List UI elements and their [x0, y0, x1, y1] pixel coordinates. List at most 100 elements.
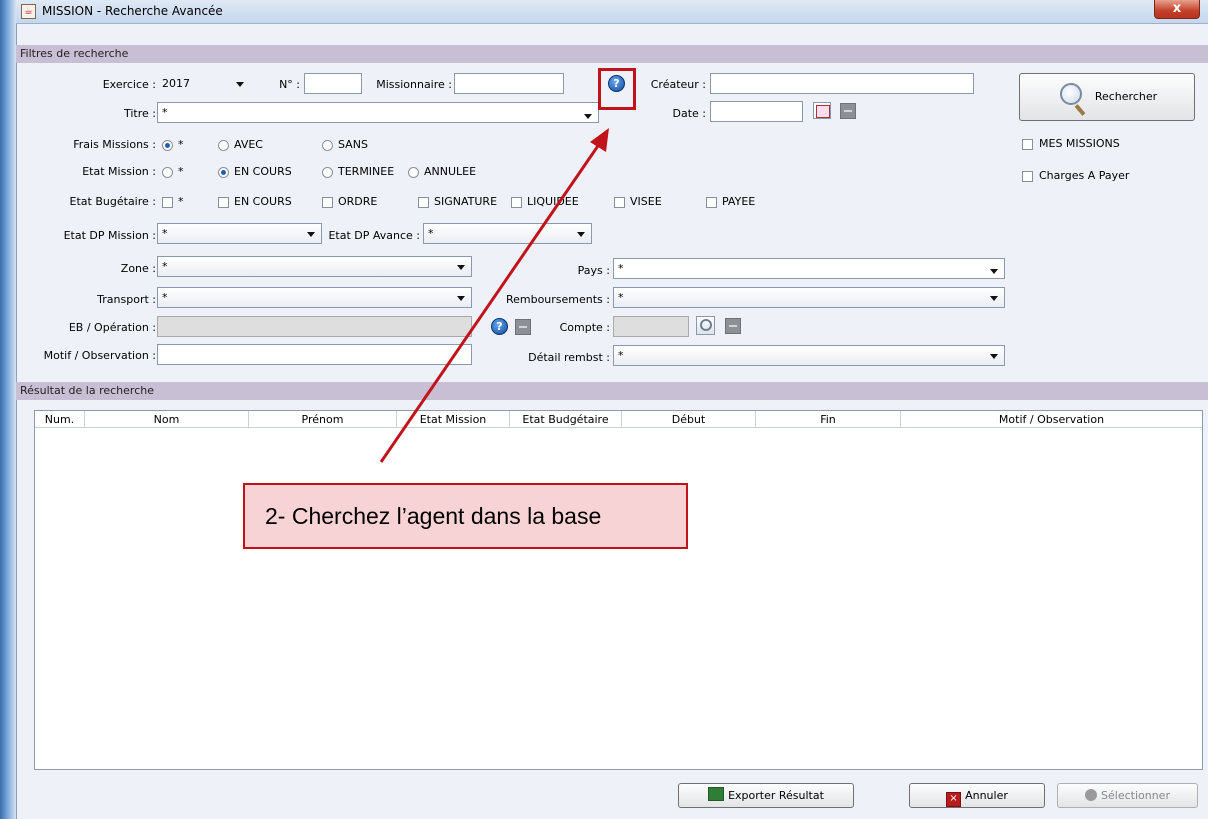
zone-select[interactable]: * [157, 256, 472, 277]
missionnaire-input[interactable] [454, 73, 564, 94]
pays-select[interactable]: * [613, 258, 1005, 279]
search-button[interactable]: Rechercher [1019, 73, 1195, 121]
export-button[interactable]: Exporter Résultat [678, 783, 854, 808]
charges-a-payer-label: Charges A Payer [1039, 169, 1130, 182]
etat-dp-avance-select[interactable]: * [423, 223, 592, 244]
frais-sans-radio[interactable] [322, 140, 333, 151]
motif-input[interactable] [157, 344, 472, 365]
detail-rembst-select[interactable]: * [613, 345, 1005, 366]
column-header[interactable]: Début [622, 411, 756, 428]
annotation-callout: 2- Cherchez l’agent dans la base [243, 483, 688, 549]
transport-label: Transport : [97, 293, 156, 306]
cancel-button[interactable]: × Annuler [909, 783, 1045, 808]
transport-select[interactable]: * [157, 287, 472, 308]
mes-missions-label: MES MISSIONS [1039, 137, 1120, 150]
budget-all-label: * [178, 195, 184, 208]
column-header[interactable]: Etat Mission [397, 411, 510, 428]
close-button[interactable]: x [1154, 0, 1200, 19]
titre-value: * [162, 106, 168, 119]
missionnaire-label: Missionnaire : [376, 78, 452, 91]
mes-missions-checkbox[interactable] [1022, 139, 1033, 150]
calendar-icon[interactable] [813, 102, 831, 119]
frais-avec-label: AVEC [234, 138, 263, 151]
etat-mission-annulee-label: ANNULEE [424, 165, 477, 178]
magnifier-handle [1074, 104, 1086, 116]
frais-sans-label: SANS [338, 138, 368, 151]
remboursements-label: Remboursements : [505, 293, 610, 306]
budget-payee-checkbox[interactable] [706, 197, 717, 208]
pays-value: * [618, 262, 624, 275]
charges-a-payer-checkbox[interactable] [1022, 171, 1033, 182]
cancel-button-label: Annuler [965, 789, 1008, 802]
frais-all-radio[interactable] [162, 140, 173, 151]
frais-missions-label: Frais Missions : [73, 138, 156, 151]
compte-label: Compte : [559, 321, 610, 334]
select-button-label: Sélectionner [1101, 789, 1170, 802]
etat-mission-all-radio[interactable] [162, 167, 173, 178]
budget-en-cours-label: EN COURS [234, 195, 292, 208]
export-button-label: Exporter Résultat [728, 789, 824, 802]
etat-mission-label: Etat Mission : [82, 165, 156, 178]
zone-label: Zone : [120, 262, 156, 275]
results-table[interactable]: Num. Nom Prénom Etat Mission Etat Budgét… [34, 410, 1203, 770]
column-header[interactable]: Nom [85, 411, 249, 428]
titre-label: Titre : [123, 107, 156, 120]
numero-input[interactable] [304, 73, 362, 94]
search-button-label: Rechercher [1094, 90, 1158, 103]
budget-liquidee-label: LIQUIDEE [527, 195, 579, 208]
eb-help-icon[interactable]: ? [491, 318, 508, 335]
etat-mission-terminee-radio[interactable] [322, 167, 333, 178]
compte-search-icon[interactable] [696, 316, 715, 335]
budget-ordre-label: ORDRE [338, 195, 378, 208]
compte-input[interactable] [613, 316, 689, 337]
etat-budgetaire-label: Etat Bugétaire : [69, 195, 156, 208]
createur-label: Créateur : [650, 78, 706, 91]
annotation-highlight-box [598, 68, 636, 110]
clear-date-button[interactable] [840, 103, 856, 119]
filters-section-header: Filtres de recherche [16, 45, 1208, 63]
etat-mission-annulee-radio[interactable] [408, 167, 419, 178]
zone-value: * [162, 260, 168, 273]
column-header[interactable]: Num. [35, 411, 85, 428]
etat-mission-en-cours-radio[interactable] [218, 167, 229, 178]
etat-mission-all-label: * [178, 165, 184, 178]
etat-dp-mission-value: * [162, 227, 168, 240]
etat-dp-mission-select[interactable]: * [157, 223, 322, 244]
eb-operation-input[interactable] [157, 316, 472, 337]
remboursements-select[interactable]: * [613, 287, 1005, 308]
detail-rembst-label: Détail rembst : [528, 351, 610, 364]
desktop-edge [0, 0, 16, 819]
column-header[interactable]: Etat Budgétaire [510, 411, 622, 428]
magnifier-icon [1060, 83, 1082, 105]
clear-compte-button[interactable] [725, 318, 741, 334]
cancel-icon: × [946, 792, 962, 807]
budget-visee-checkbox[interactable] [614, 197, 625, 208]
column-header[interactable]: Motif / Observation [901, 411, 1202, 428]
budget-signature-label: SIGNATURE [434, 195, 498, 208]
select-button[interactable]: Sélectionner [1057, 783, 1198, 808]
createur-input[interactable] [710, 73, 974, 94]
title-bar[interactable]: ☕ MISSION - Recherche Avancée x [16, 0, 1208, 24]
date-input[interactable] [710, 101, 803, 122]
budget-ordre-checkbox[interactable] [322, 197, 333, 208]
select-icon [1085, 789, 1098, 801]
etat-mission-terminee-label: TERMINEE [338, 165, 395, 178]
budget-all-checkbox[interactable] [162, 197, 173, 208]
budget-signature-checkbox[interactable] [418, 197, 429, 208]
transport-value: * [162, 291, 168, 304]
frais-avec-radio[interactable] [218, 140, 229, 151]
exercice-select[interactable]: 2017 [157, 73, 255, 94]
etat-dp-avance-label: Etat DP Avance : [328, 229, 420, 242]
exercice-value: 2017 [162, 77, 190, 90]
titre-select[interactable]: * [157, 102, 599, 123]
budget-visee-label: VISEE [630, 195, 662, 208]
clear-eb-button[interactable] [515, 319, 531, 335]
column-header[interactable]: Prénom [249, 411, 397, 428]
budget-en-cours-checkbox[interactable] [218, 197, 229, 208]
column-header[interactable]: Fin [756, 411, 901, 428]
exercice-label: Exercice : [102, 78, 156, 91]
pays-label: Pays : [577, 264, 610, 277]
remboursements-value: * [618, 291, 624, 304]
budget-liquidee-checkbox[interactable] [511, 197, 522, 208]
window-title: MISSION - Recherche Avancée [42, 4, 223, 18]
